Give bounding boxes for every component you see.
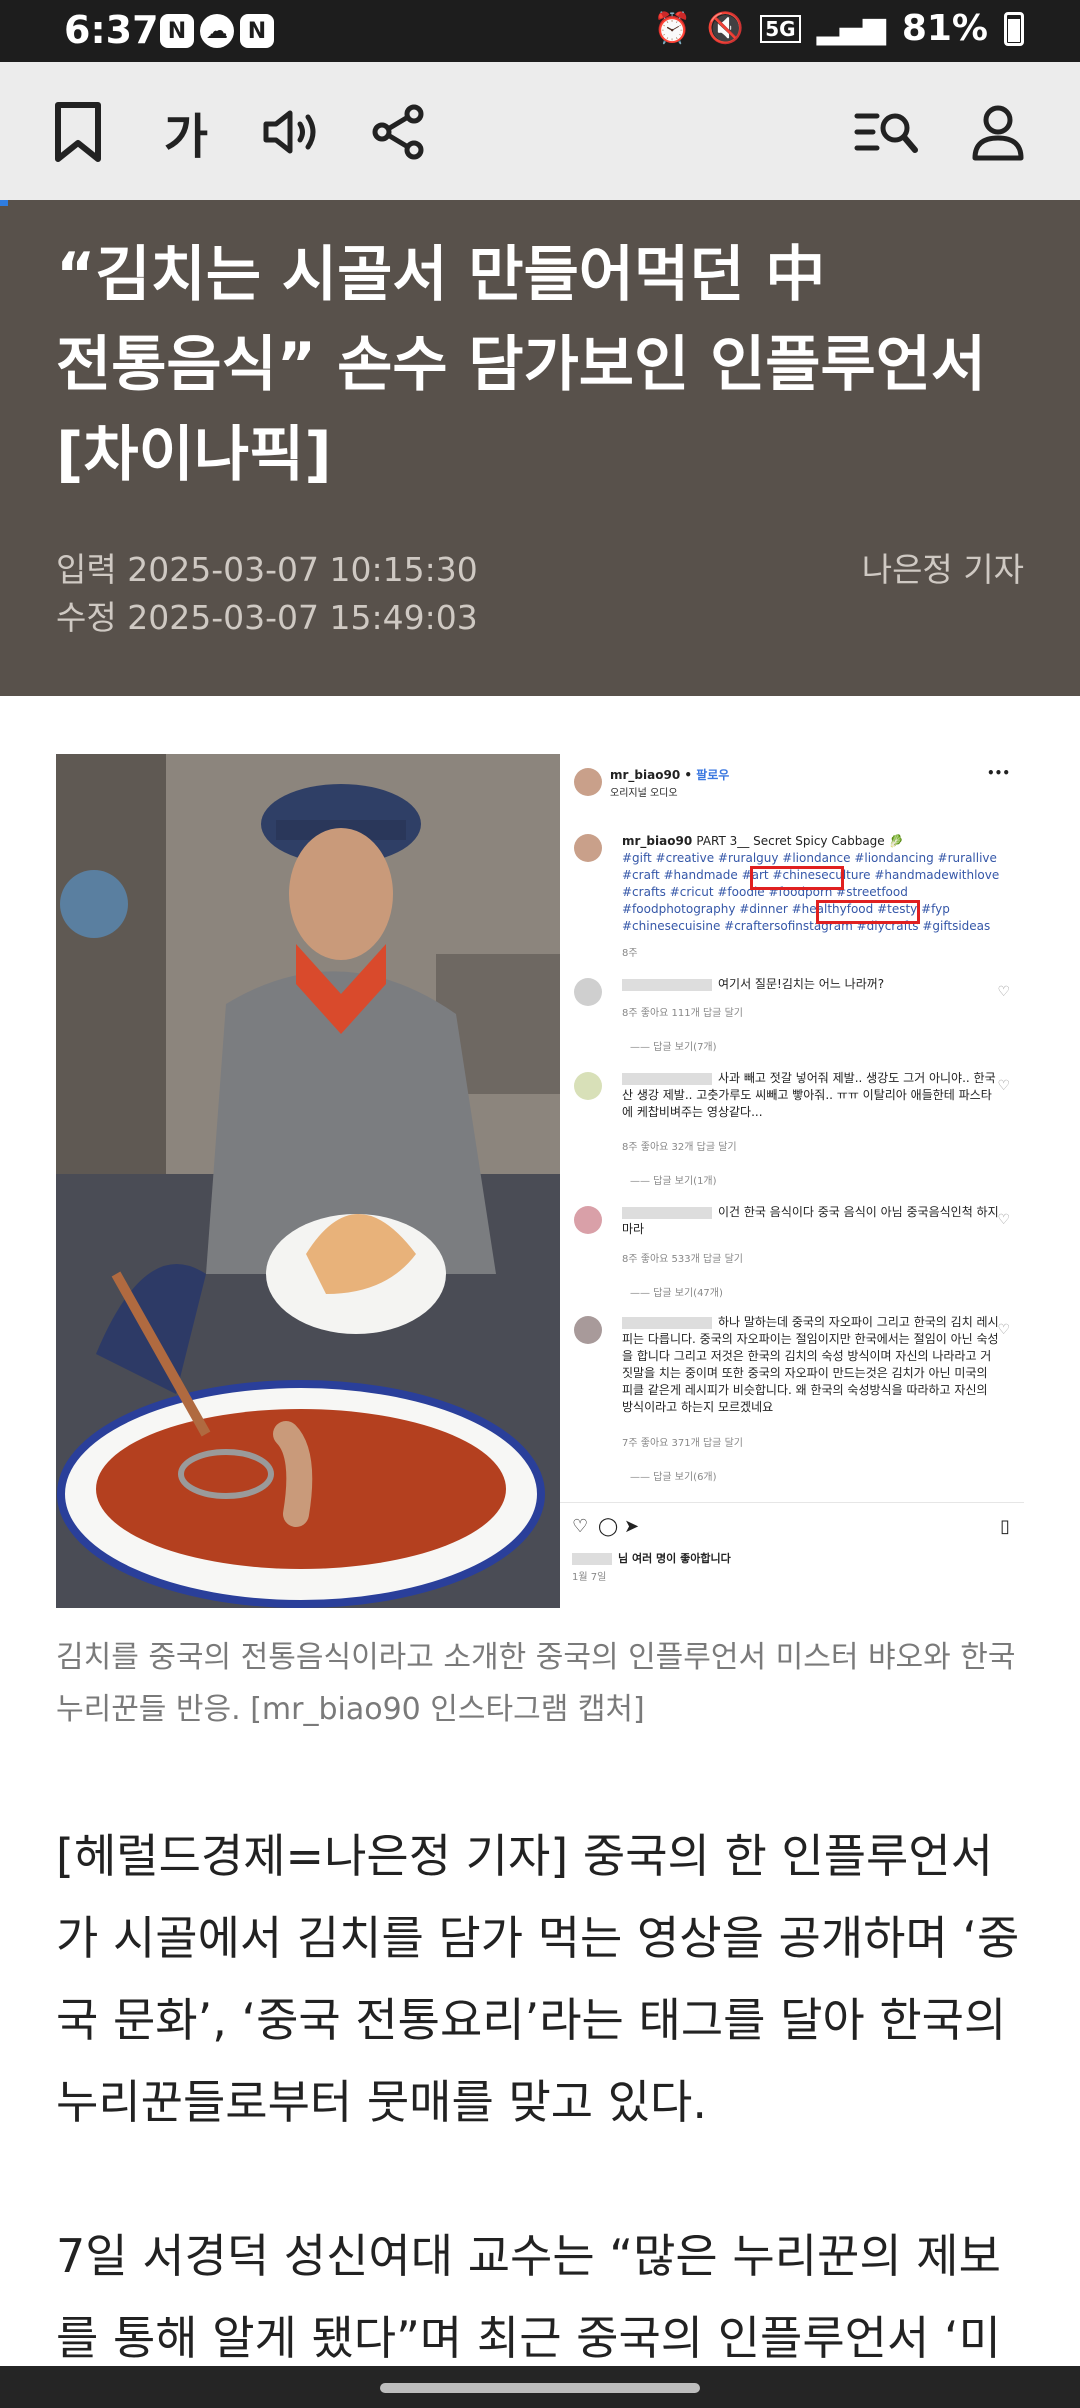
ig-caption-age: 8주 (622, 948, 638, 959)
font-size-label: 가 (163, 109, 209, 165)
home-gesture-handle[interactable] (380, 2383, 700, 2393)
reading-progress-bar (0, 200, 8, 206)
kimchi-making-illustration (56, 754, 560, 1608)
share-button[interactable] (362, 96, 434, 168)
cloud-notification-icon: ☁ (200, 14, 234, 48)
influencer-photo (56, 754, 560, 1608)
avatar (574, 978, 602, 1006)
article-image[interactable]: mr_biao90 • 팔로우 오리지널 오디오 ••• mr_biao90 P… (56, 754, 1024, 1608)
avatar (574, 1072, 602, 1100)
speaker-icon (263, 110, 316, 154)
edit-date: 수정 2025-03-07 15:49:03 (56, 598, 478, 637)
naver-notification-icon: N (160, 14, 194, 48)
system-nav-bar (0, 2366, 1080, 2408)
input-date: 입력 2025-03-07 10:15:30 (56, 550, 478, 589)
battery-percent: 81% (901, 8, 988, 49)
instagram-capture: mr_biao90 • 팔로우 오리지널 오디오 ••• mr_biao90 P… (560, 754, 1024, 1608)
title-line: [차이나픽] (56, 420, 332, 490)
ig-replies: —— 답글 보기(6개) (630, 1472, 717, 1483)
font-size-button[interactable]: 가 (150, 96, 222, 168)
highlight-box (750, 866, 844, 890)
article-paragraph: [헤럴드경제=나은정 기자] 중국의 한 인플루언서가 시골에서 김치를 담가 … (56, 1829, 1020, 2129)
ig-likes: 님 여러 명이 좋아합니다 (572, 1550, 731, 1566)
ig-comment: 사과 빼고 젓갈 넣어줘 제발.. 생강도 그거 아니야.. 한국산 생강 제발… (622, 1071, 996, 1119)
image-caption: 김치를 중국의 전통음식이라고 소개한 중국의 인플루언서 미스터 뱌오와 한국… (56, 1640, 1016, 1727)
article-paragraph: 7일 서경덕 성신여대 교수는 “많은 누리꾼의 제보를 통해 알게 됐다”며 … (56, 2229, 1001, 2365)
highlight-box (816, 900, 920, 924)
article-dates: 입력 2025-03-07 10:15:30 수정 2025-03-07 15:… (56, 546, 478, 642)
profile-button[interactable] (962, 96, 1034, 168)
search-list-icon (854, 113, 918, 153)
user-icon (972, 105, 1024, 161)
share-icon (372, 104, 424, 160)
ig-comment-meta: 8주 좋아요 111개 답글 달기 (622, 1008, 743, 1019)
heart-icon: ♡ (997, 1322, 1010, 1338)
network-badge: 5G (760, 14, 801, 43)
search-list-button[interactable] (850, 96, 922, 168)
ig-caption-title: mr_biao90 PART 3__ Secret Spicy Cabbage … (622, 834, 904, 848)
status-bar: 6:37 N ☁ N ⏰ 🔇 5G ▂▄▆ 81% (0, 0, 1080, 62)
ig-comment: 이건 한국 음식이다 중국 음식이 아님 중국음식인척 하지마라 (622, 1205, 999, 1236)
ig-comment: 여기서 질문!김치는 어느 나라꺼? (622, 976, 1002, 993)
divider (560, 1502, 1024, 1503)
ig-comment-meta: 7주 좋아요 371개 답글 달기 (622, 1438, 743, 1449)
ig-replies: —— 답글 보기(47개) (630, 1288, 723, 1299)
mute-icon: 🔇 (706, 11, 745, 46)
avatar (574, 768, 602, 796)
ig-date: 1월 7일 (572, 1572, 607, 1583)
bookmark-icon (55, 102, 101, 162)
bookmark-button[interactable] (42, 96, 114, 168)
avatar (574, 1206, 602, 1234)
ig-username: mr_biao90 • 팔로우 (610, 768, 730, 782)
article-title: “김치는 시골서 만들어먹던 中 전통음식” 손수 담가보인 인플루언서 [차이… (56, 230, 1026, 500)
heart-icon: ♡ (997, 1078, 1010, 1094)
ig-audio: 오리지널 오디오 (610, 788, 678, 799)
ig-replies: —— 답글 보기(7개) (630, 1042, 717, 1053)
heart-icon: ♡ (997, 1212, 1010, 1228)
comment-icon: ◯ (598, 1516, 619, 1537)
reporter-name[interactable]: 나은정 기자 (862, 546, 1024, 594)
signal-icon: ▂▄▆ (816, 11, 886, 46)
alarm-icon: ⏰ (653, 11, 691, 46)
article-header: “김치는 시골서 만들어먹던 中 전통음식” 손수 담가보인 인플루언서 [차이… (0, 200, 1080, 696)
notification-icons: N ☁ N (160, 14, 274, 48)
clock: 6:37 (64, 8, 159, 52)
title-line: 전통음식” 손수 담가보인 인플루언서 (56, 330, 987, 400)
naver-notification-icon: N (240, 14, 274, 48)
ig-comment: 하나 말하는데 중국의 자오파이 그리고 한국의 김치 레시피는 다릅니다. 중… (622, 1315, 999, 1414)
title-line: “김치는 시골서 만들어먹던 中 (56, 240, 826, 310)
save-icon: ▯ (1000, 1516, 1010, 1537)
send-icon: ➤ (624, 1516, 640, 1537)
more-options-icon: ••• (986, 766, 1010, 780)
avatar (574, 834, 602, 862)
text-to-speech-button[interactable] (256, 96, 328, 168)
like-icon: ♡ (572, 1516, 589, 1537)
ig-replies: —— 답글 보기(1개) (630, 1176, 717, 1187)
avatar (574, 1316, 602, 1344)
ig-comment-meta: 8주 좋아요 533개 답글 달기 (622, 1254, 743, 1265)
heart-icon: ♡ (997, 984, 1010, 1000)
ig-comment-meta: 8주 좋아요 32개 답글 달기 (622, 1142, 737, 1153)
article-toolbar: 가 (0, 62, 1080, 201)
battery-icon (1004, 11, 1024, 46)
